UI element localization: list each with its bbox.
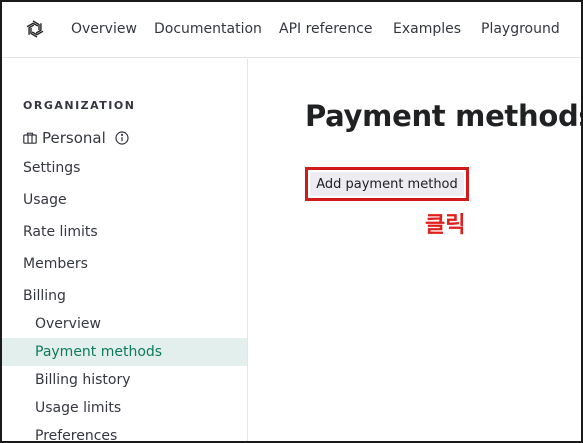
- highlight-box: Add payment method: [305, 167, 469, 201]
- add-payment-method-button[interactable]: Add payment method: [310, 172, 464, 196]
- sidebar-subitem-payment-methods[interactable]: Payment methods: [2, 338, 247, 366]
- sidebar-subitem-preferences[interactable]: Preferences: [2, 422, 247, 441]
- nav-examples[interactable]: Examples: [393, 21, 461, 37]
- sidebar-item-settings[interactable]: Settings: [23, 160, 80, 176]
- sidebar-item-rate-limits[interactable]: Rate limits: [23, 224, 98, 240]
- sidebar-item-billing[interactable]: Billing: [23, 288, 66, 304]
- openai-logo-icon[interactable]: [23, 17, 47, 41]
- page-title: Payment methods: [305, 99, 583, 133]
- sidebar-item-usage[interactable]: Usage: [23, 192, 67, 208]
- sidebar-item-members[interactable]: Members: [23, 256, 88, 272]
- nav-overview[interactable]: Overview: [71, 21, 137, 37]
- nav-api-reference[interactable]: API reference: [279, 21, 372, 37]
- org-label: Personal: [42, 129, 106, 147]
- screenshot-frame: Overview Documentation API reference Exa…: [0, 0, 583, 443]
- sidebar-subitem-overview[interactable]: Overview: [2, 310, 247, 338]
- nav-documentation[interactable]: Documentation: [154, 21, 262, 37]
- sidebar-subitem-billing-history[interactable]: Billing history: [2, 366, 247, 394]
- org-selector[interactable]: Personal: [23, 129, 129, 147]
- briefcase-icon: [23, 132, 37, 144]
- click-annotation: 클릭: [425, 213, 466, 238]
- section-title-organization: ORGANIZATION: [23, 99, 136, 112]
- info-icon[interactable]: [115, 131, 129, 145]
- sidebar-subitem-usage-limits[interactable]: Usage limits: [2, 394, 247, 422]
- sidebar: ORGANIZATION Personal Settings Usage Rat…: [2, 59, 248, 441]
- top-navigation: Overview Documentation API reference Exa…: [2, 2, 581, 58]
- main-content: Payment methods Add payment method 클릭: [249, 59, 581, 441]
- nav-playground[interactable]: Playground: [481, 21, 560, 37]
